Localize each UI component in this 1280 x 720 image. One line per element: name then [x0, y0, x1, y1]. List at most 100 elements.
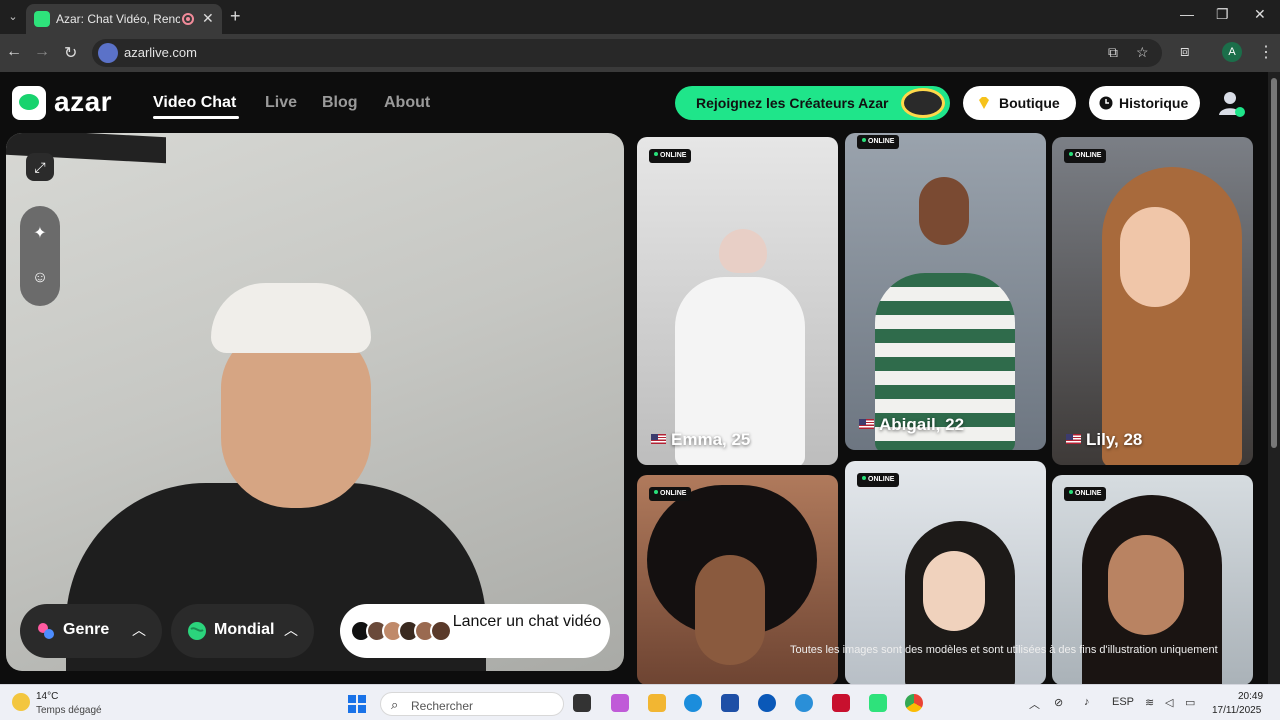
- recording-icon: [182, 13, 194, 25]
- online-label: ONLINE: [660, 490, 687, 497]
- chevron-up-icon: ︿: [132, 622, 146, 638]
- azar-logo-icon[interactable]: [12, 86, 46, 120]
- clock-date[interactable]: 17/11/2025: [1212, 705, 1261, 716]
- shop-label: Boutique: [999, 95, 1060, 111]
- hp-support-icon[interactable]: [795, 694, 813, 712]
- clock-icon: [1099, 96, 1113, 110]
- back-icon[interactable]: ←: [6, 43, 22, 61]
- profile-card[interactable]: ONLINE Emma, 25: [637, 137, 838, 465]
- maximize-icon[interactable]: ❐: [1216, 6, 1229, 23]
- profile-name-text: Lily, 28: [1086, 430, 1143, 449]
- edge-icon[interactable]: [684, 694, 702, 712]
- network-off-icon[interactable]: ⊘: [1054, 696, 1063, 709]
- volume-icon[interactable]: ◁: [1165, 696, 1173, 709]
- omnibox[interactable]: azarlive.com ⧉ ☆: [92, 39, 1162, 67]
- weather-description[interactable]: Temps dégagé: [36, 705, 102, 716]
- clock-time[interactable]: 20:49: [1238, 691, 1263, 702]
- profile-card[interactable]: ONLINE Abigail, 22: [845, 133, 1046, 450]
- nav-blog[interactable]: Blog: [322, 94, 358, 112]
- nav-live[interactable]: Live: [265, 94, 297, 112]
- url-text[interactable]: azarlive.com: [124, 45, 197, 60]
- expand-icon[interactable]: ⤢: [26, 153, 54, 181]
- online-dot-icon: [1069, 152, 1073, 156]
- wifi-icon[interactable]: ≋: [1145, 696, 1154, 709]
- store-icon[interactable]: [721, 694, 739, 712]
- profile-photo: [719, 229, 767, 273]
- user-profile-icon[interactable]: [1216, 88, 1246, 118]
- moon-weather-icon[interactable]: [12, 693, 30, 711]
- azar-app-icon[interactable]: [869, 694, 887, 712]
- online-label: ONLINE: [868, 138, 895, 145]
- profile-photo: [1108, 535, 1184, 635]
- sparkle-effects-icon[interactable]: ✦: [30, 224, 50, 244]
- nav-about[interactable]: About: [384, 94, 430, 112]
- weather-temperature[interactable]: 14°C: [36, 691, 58, 702]
- video-person-face: [221, 328, 371, 508]
- browser-tab[interactable]: Azar: Chat Vidéo, Rencontre ✕: [26, 4, 222, 34]
- minimize-icon[interactable]: —: [1180, 6, 1194, 22]
- profile-photo: [1120, 207, 1190, 307]
- profile-photo: [695, 555, 765, 665]
- online-label: ONLINE: [868, 476, 895, 483]
- local-video-feed: ⤢ ✦ ☺ Genre ︿ Mondial ︿ Lancer un chat v…: [6, 133, 624, 671]
- extensions-icon[interactable]: ⧈: [1180, 43, 1190, 60]
- azar-site: azar Video Chat Live Blog About Rejoigne…: [0, 72, 1268, 684]
- taskbar-search-input[interactable]: ⌕ Rechercher: [380, 692, 564, 716]
- site-info-icon[interactable]: [98, 43, 118, 63]
- video-person-cap: [211, 283, 371, 353]
- tab-title: Azar: Chat Vidéo, Rencontre: [56, 12, 180, 26]
- reload-icon[interactable]: ↻: [64, 43, 77, 63]
- language-indicator[interactable]: ESP: [1112, 696, 1134, 708]
- tray-chevron-icon[interactable]: ︿: [1029, 696, 1040, 712]
- tab-search-icon[interactable]: ⌄: [4, 8, 22, 26]
- gender-filter-button[interactable]: Genre ︿: [20, 604, 162, 658]
- scrollbar-thumb[interactable]: [1271, 78, 1277, 448]
- hp-icon[interactable]: [758, 694, 776, 712]
- start-video-chat-button[interactable]: Lancer un chat vidéo: [340, 604, 610, 658]
- forward-icon[interactable]: →: [34, 43, 50, 61]
- diamond-icon: [979, 97, 989, 109]
- shop-button[interactable]: Boutique: [963, 86, 1076, 120]
- new-tab-icon[interactable]: +: [230, 6, 241, 27]
- gender-icon: [38, 623, 54, 639]
- menu-icon[interactable]: ⋮: [1258, 42, 1274, 62]
- bookmark-star-icon[interactable]: ☆: [1136, 44, 1149, 61]
- join-creators-label: Rejoignez les Créateurs Azar: [696, 95, 889, 111]
- chrome-icon[interactable]: [905, 694, 923, 712]
- browser-tab-bar: ⌄ Azar: Chat Vidéo, Rencontre ✕ + — ❐ ✕: [0, 0, 1280, 34]
- face-mask-icon[interactable]: ☺: [30, 268, 50, 288]
- join-creators-button[interactable]: Rejoignez les Créateurs Azar: [675, 86, 950, 120]
- online-badge: ONLINE: [649, 487, 692, 501]
- file-explorer-icon[interactable]: [648, 694, 666, 712]
- windows-start-icon[interactable]: [348, 695, 366, 713]
- close-tab-icon[interactable]: ✕: [202, 10, 214, 27]
- microphone-icon[interactable]: ♪: [1084, 696, 1090, 708]
- search-icon: ⌕: [391, 697, 399, 712]
- region-filter-label: Mondial: [214, 621, 275, 638]
- online-dot-icon: [654, 490, 658, 494]
- online-dot-icon: [654, 152, 658, 156]
- logo-text[interactable]: azar: [54, 86, 112, 118]
- copilot-icon[interactable]: [611, 694, 629, 712]
- online-badge: ONLINE: [1064, 487, 1107, 501]
- profile-card[interactable]: ONLINE Lily, 28: [1052, 137, 1253, 465]
- page-scrollbar[interactable]: [1268, 72, 1280, 684]
- profile-name: Abigail, 22: [859, 415, 964, 435]
- online-dot-icon: [1069, 490, 1073, 494]
- profile-name: Lily, 28: [1066, 430, 1142, 450]
- history-button[interactable]: Historique: [1089, 86, 1200, 120]
- close-window-icon[interactable]: ✕: [1254, 6, 1266, 23]
- windows-taskbar: 14°C Temps dégagé ⌕ Rechercher ︿ ⊘ ♪ ESP…: [0, 684, 1280, 720]
- battery-icon[interactable]: ▭: [1185, 696, 1195, 709]
- profile-photo: [923, 551, 985, 631]
- profile-avatar[interactable]: A: [1222, 42, 1242, 62]
- online-badge: ONLINE: [1064, 149, 1107, 163]
- region-filter-button[interactable]: Mondial ︿: [171, 604, 314, 658]
- nav-video-chat[interactable]: Video Chat: [153, 94, 236, 112]
- install-app-icon[interactable]: ⧉: [1108, 44, 1118, 61]
- mcafee-icon[interactable]: [832, 694, 850, 712]
- us-flag-icon: [859, 419, 874, 429]
- profile-name: Emma, 25: [651, 430, 750, 450]
- chevron-up-icon: ︿: [284, 622, 298, 638]
- task-view-icon[interactable]: [573, 694, 591, 712]
